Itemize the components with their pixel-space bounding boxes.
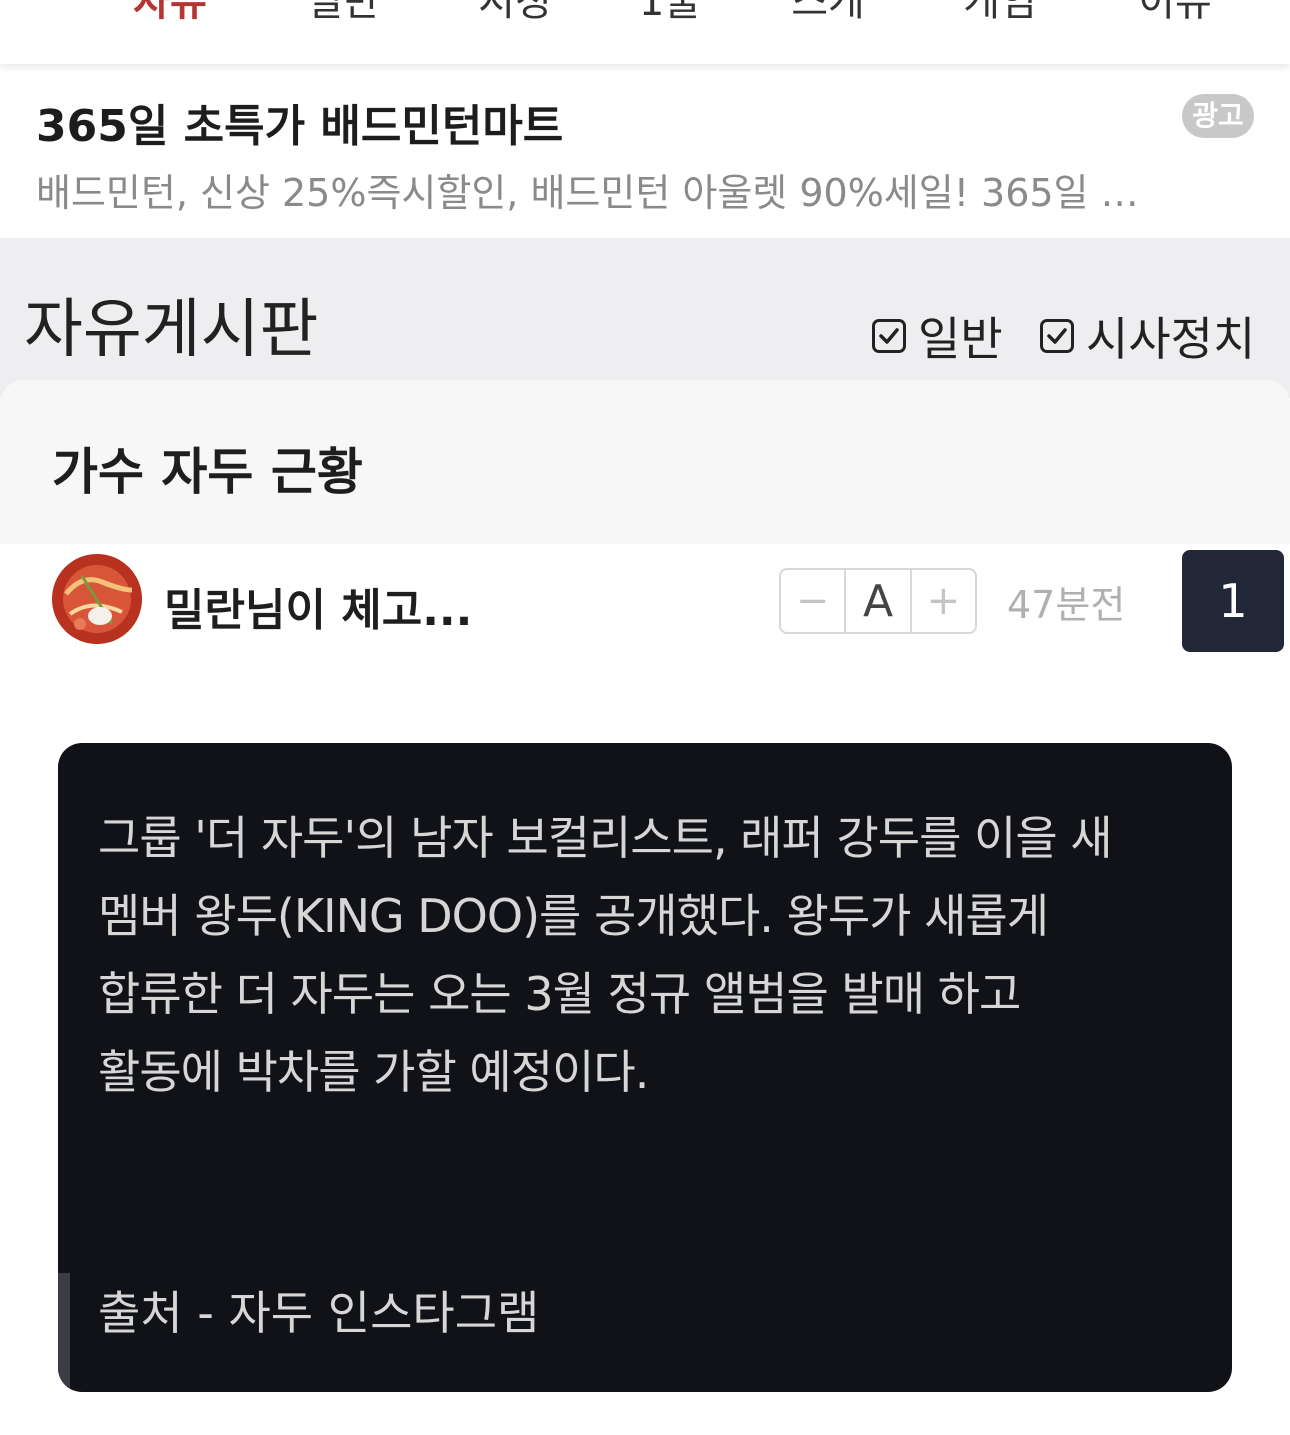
tab-one-line[interactable]: 1줄 (639, 0, 701, 26)
ad-banner[interactable]: 365일 초특가 배드민턴마트 광고 배드민턴, 신상 25%즉시할인, 배드민… (0, 64, 1290, 238)
tab-issue[interactable]: 이슈 (1138, 0, 1212, 26)
embed-text: 그룹 '더 자두'의 남자 보컬리스트, 래퍼 강두를 이을 새 멤버 왕두(K… (98, 799, 1198, 1111)
comment-count-button[interactable]: 1 (1182, 550, 1284, 652)
board-title[interactable]: 자유게시판 (24, 278, 318, 370)
ad-description[interactable]: 배드민턴, 신상 25%즉시할인, 배드민턴 아울렛 90%세일! 365일 … (36, 162, 1248, 217)
font-size-control: − A + (779, 568, 977, 634)
font-increase-button[interactable]: + (912, 570, 975, 632)
check-icon (879, 328, 899, 344)
font-reset-button[interactable]: A (844, 570, 912, 632)
embed-line: 멤버 왕두(KING DOO)를 공개했다. 왕두가 새롭게 (98, 889, 1049, 943)
filter-current-affairs[interactable]: 시사정치 (1040, 310, 1255, 366)
tab-free[interactable]: 자유 (133, 0, 207, 26)
post-title: 가수 자두 근황 (52, 443, 363, 501)
quote-bar (58, 1273, 70, 1392)
filter-current-affairs-label: 시사정치 (1086, 312, 1256, 366)
filter-general-label: 일반 (918, 312, 1003, 366)
tab-politics[interactable]: 시정 (478, 0, 552, 26)
check-icon (1047, 328, 1067, 344)
embed-source: 출처 - 자두 인스타그램 (98, 1286, 540, 1340)
post-header: 가수 자두 근황 (0, 380, 1290, 544)
post-meta-row: 밀란님이 체고... − A + 47분전 1 (0, 544, 1290, 674)
font-decrease-button[interactable]: − (781, 570, 844, 632)
checkbox-checked-icon[interactable] (1040, 319, 1074, 353)
post-time: 47분전 (1007, 583, 1126, 627)
embed-line: 그룹 '더 자두'의 남자 보컬리스트, 래퍼 강두를 이을 새 (98, 811, 1113, 865)
tab-sports[interactable]: 스게 (791, 0, 865, 26)
author-name[interactable]: 밀란님이 체고... (164, 574, 472, 638)
ad-title[interactable]: 365일 초특가 배드민턴마트 (36, 90, 563, 154)
tab-general[interactable]: 일반 (306, 0, 380, 26)
ad-badge: 광고 (1182, 94, 1254, 138)
embed-line: 합류한 더 자두는 오는 3월 정규 앨범을 발매 하고 (98, 967, 1021, 1021)
filter-general[interactable]: 일반 (872, 310, 1003, 366)
avatar-image (52, 554, 142, 644)
category-tabs: 자유 일반 시정 1줄 스게 게임 이슈 (0, 0, 1290, 64)
board-header: 자유게시판 일반 시사정치 (0, 238, 1290, 398)
post-embedded-image[interactable]: 그룹 '더 자두'의 남자 보컬리스트, 래퍼 강두를 이을 새 멤버 왕두(K… (58, 743, 1232, 1392)
checkbox-checked-icon[interactable] (872, 319, 906, 353)
tab-game[interactable]: 게임 (963, 0, 1037, 26)
embed-line: 활동에 박차를 가할 예정이다. (98, 1045, 649, 1099)
avatar[interactable] (52, 554, 142, 644)
